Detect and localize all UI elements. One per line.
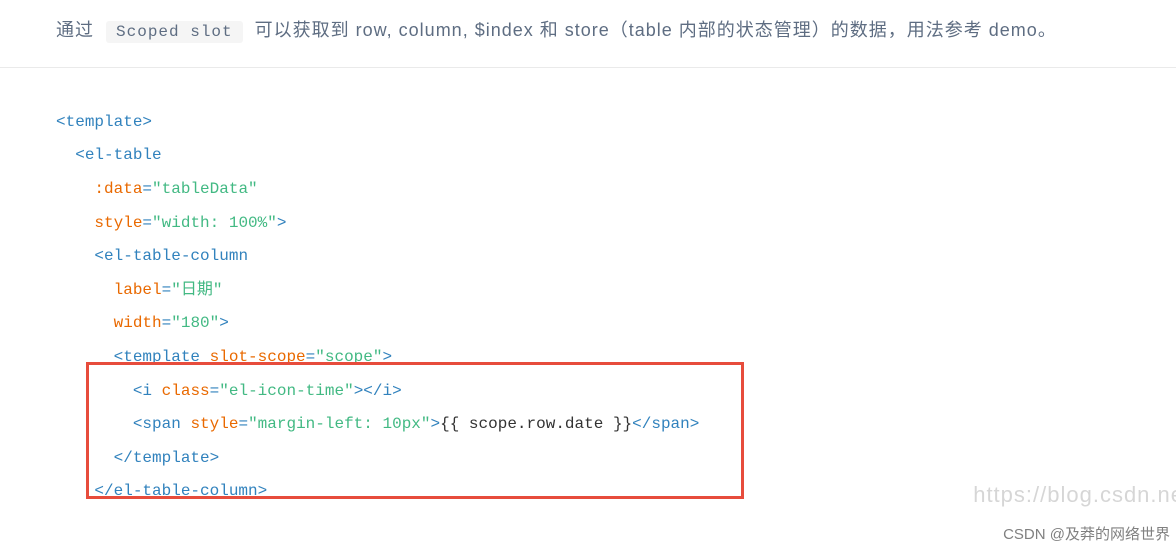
code-line: <template slot-scope="scope"> — [56, 341, 1176, 375]
code-line: <i class="el-icon-time"></i> — [56, 375, 1176, 409]
code-line: width="180"> — [56, 307, 1176, 341]
desc-after: 可以获取到 row, column, $index 和 store（table … — [255, 20, 1057, 40]
code-block: <template> <el-table :data="tableData" s… — [0, 86, 1176, 509]
desc-before: 通过 — [56, 20, 94, 40]
code-line: :data="tableData" — [56, 173, 1176, 207]
description-box: 通过 Scoped slot 可以获取到 row, column, $index… — [0, 0, 1176, 68]
code-line: <template> — [56, 106, 1176, 140]
code-line: </template> — [56, 442, 1176, 476]
code-line: <span style="margin-left: 10px">{{ scope… — [56, 408, 1176, 442]
code-line: label="日期" — [56, 274, 1176, 308]
description-paragraph: 通过 Scoped slot 可以获取到 row, column, $index… — [56, 14, 1120, 47]
watermark-author: CSDN @及莽的网络世界 — [1003, 523, 1170, 544]
code-line: <el-table — [56, 139, 1176, 173]
code-line: <el-table-column — [56, 240, 1176, 274]
watermark-url: https://blog.csdn.ne — [973, 482, 1176, 508]
inline-code-tag: Scoped slot — [106, 21, 243, 43]
code-line: style="width: 100%"> — [56, 207, 1176, 241]
